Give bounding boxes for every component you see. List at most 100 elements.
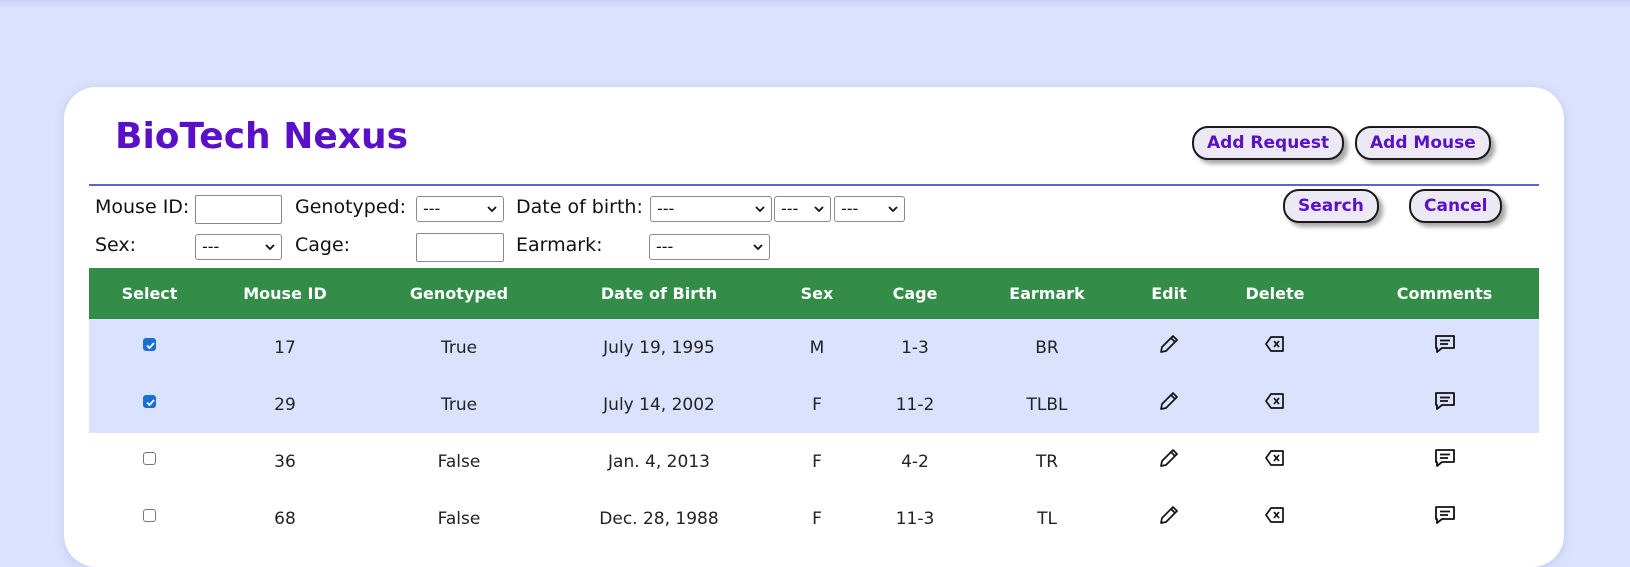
delete-icon[interactable] xyxy=(1262,389,1288,415)
dob-month-select[interactable]: --- xyxy=(650,196,772,222)
chevron-down-icon xyxy=(753,244,763,251)
comments-cell xyxy=(1350,376,1539,433)
table-row: 17 True July 19, 1995 M 1-3 BR xyxy=(89,319,1539,376)
column-header-cage[interactable]: Cage xyxy=(874,268,956,319)
earmark-filter-label: Earmark: xyxy=(516,234,603,256)
column-header-earmark[interactable]: Earmark xyxy=(956,268,1138,319)
column-header-mouse-id[interactable]: Mouse ID xyxy=(210,268,360,319)
earmark-cell: BR xyxy=(956,319,1138,376)
chevron-down-icon xyxy=(888,206,898,213)
row-select-checkbox[interactable] xyxy=(143,395,156,408)
sex-filter-label: Sex: xyxy=(95,234,137,256)
date-of-birth-cell: July 19, 1995 xyxy=(558,319,760,376)
add-mouse-button[interactable]: Add Mouse xyxy=(1355,126,1491,160)
row-select-checkbox[interactable] xyxy=(143,338,156,351)
date-of-birth-cell: Dec. 28, 1988 xyxy=(599,508,719,529)
dob-year-value: --- xyxy=(841,199,859,218)
comment-icon[interactable] xyxy=(1432,503,1458,529)
select-cell xyxy=(89,490,210,547)
sex-cell: M xyxy=(760,319,874,376)
cage-cell: 11-2 xyxy=(874,376,956,433)
select-cell xyxy=(89,433,210,490)
mouse-id-cell: 68 xyxy=(274,508,296,529)
row-select-checkbox[interactable] xyxy=(143,452,156,465)
comments-cell xyxy=(1350,433,1539,490)
table-header-row: Select Mouse ID Genotyped Date of Birth … xyxy=(89,268,1539,319)
mouse-id-cell: 36 xyxy=(274,451,296,472)
sex-select[interactable]: --- xyxy=(195,234,282,260)
cage-input[interactable] xyxy=(416,233,504,262)
select-cell xyxy=(89,319,210,376)
comment-icon[interactable] xyxy=(1432,446,1458,472)
dob-day-value: --- xyxy=(781,199,799,218)
genotyped-select-value: --- xyxy=(423,199,441,218)
add-request-button[interactable]: Add Request xyxy=(1192,126,1345,160)
header-divider xyxy=(89,184,1539,186)
genotyped-cell: False xyxy=(437,451,481,472)
table-row: 68 False Dec. 28, 1988 F 11-3 TL xyxy=(89,490,1539,547)
earmark-select-value: --- xyxy=(656,237,674,256)
column-header-genotyped[interactable]: Genotyped xyxy=(360,268,558,319)
earmark-cell: TR xyxy=(1035,451,1059,472)
chevron-down-icon xyxy=(814,206,824,213)
comment-icon[interactable] xyxy=(1432,389,1458,415)
pencil-icon[interactable] xyxy=(1156,503,1182,529)
comments-cell xyxy=(1350,490,1539,547)
pencil-icon[interactable] xyxy=(1156,446,1182,472)
comments-cell xyxy=(1350,319,1539,376)
earmark-select[interactable]: --- xyxy=(649,234,770,260)
date-of-birth-cell: July 14, 2002 xyxy=(558,376,760,433)
sex-cell: F xyxy=(812,451,822,472)
sex-cell: F xyxy=(760,376,874,433)
row-select-checkbox[interactable] xyxy=(143,509,156,522)
sex-select-value: --- xyxy=(202,237,220,256)
date-of-birth-cell: Jan. 4, 2013 xyxy=(608,451,710,472)
dob-filter-label: Date of birth: xyxy=(516,196,643,218)
table-row: 36 False Jan. 4, 2013 F 4-2 TR xyxy=(89,433,1539,490)
table-row: 29 True July 14, 2002 F 11-2 TLBL xyxy=(89,376,1539,433)
comment-icon[interactable] xyxy=(1432,332,1458,358)
cage-filter-label: Cage: xyxy=(295,234,351,256)
cage-cell: 4-2 xyxy=(901,451,929,472)
dob-year-select[interactable]: --- xyxy=(834,196,905,222)
genotyped-select[interactable]: --- xyxy=(416,196,504,222)
mouse-id-cell: 17 xyxy=(210,319,360,376)
pencil-icon[interactable] xyxy=(1156,389,1182,415)
top-band xyxy=(0,0,1630,8)
mouse-id-cell: 29 xyxy=(210,376,360,433)
column-header-delete: Delete xyxy=(1200,268,1350,319)
select-cell xyxy=(89,376,210,433)
mouse-id-filter-label: Mouse ID: xyxy=(95,196,190,218)
mice-table: Select Mouse ID Genotyped Date of Birth … xyxy=(89,268,1539,547)
genotyped-cell: False xyxy=(437,508,481,529)
dob-day-select[interactable]: --- xyxy=(774,196,831,222)
column-header-sex[interactable]: Sex xyxy=(760,268,874,319)
column-header-comments: Comments xyxy=(1350,268,1539,319)
cage-cell: 11-3 xyxy=(895,508,935,529)
genotyped-cell: True xyxy=(360,319,558,376)
dob-month-value: --- xyxy=(657,199,675,218)
earmark-cell: TL xyxy=(1037,508,1057,529)
delete-icon[interactable] xyxy=(1262,503,1288,529)
search-button[interactable]: Search xyxy=(1283,189,1379,223)
mouse-id-input[interactable] xyxy=(195,195,282,224)
pencil-icon[interactable] xyxy=(1156,332,1182,358)
edit-cell xyxy=(1138,490,1200,547)
delete-icon[interactable] xyxy=(1262,332,1288,358)
column-header-date-of-birth[interactable]: Date of Birth xyxy=(558,268,760,319)
cancel-button[interactable]: Cancel xyxy=(1409,189,1503,223)
cage-cell: 1-3 xyxy=(874,319,956,376)
edit-cell xyxy=(1138,376,1200,433)
edit-cell xyxy=(1138,433,1200,490)
earmark-cell: TLBL xyxy=(956,376,1138,433)
chevron-down-icon xyxy=(487,206,497,213)
delete-cell xyxy=(1200,376,1350,433)
chevron-down-icon xyxy=(755,206,765,213)
delete-cell xyxy=(1200,433,1350,490)
sex-cell: F xyxy=(812,508,822,529)
delete-cell xyxy=(1200,319,1350,376)
column-header-select: Select xyxy=(89,268,210,319)
genotyped-filter-label: Genotyped: xyxy=(295,196,406,218)
app-title: BioTech Nexus xyxy=(115,116,409,157)
delete-icon[interactable] xyxy=(1262,446,1288,472)
